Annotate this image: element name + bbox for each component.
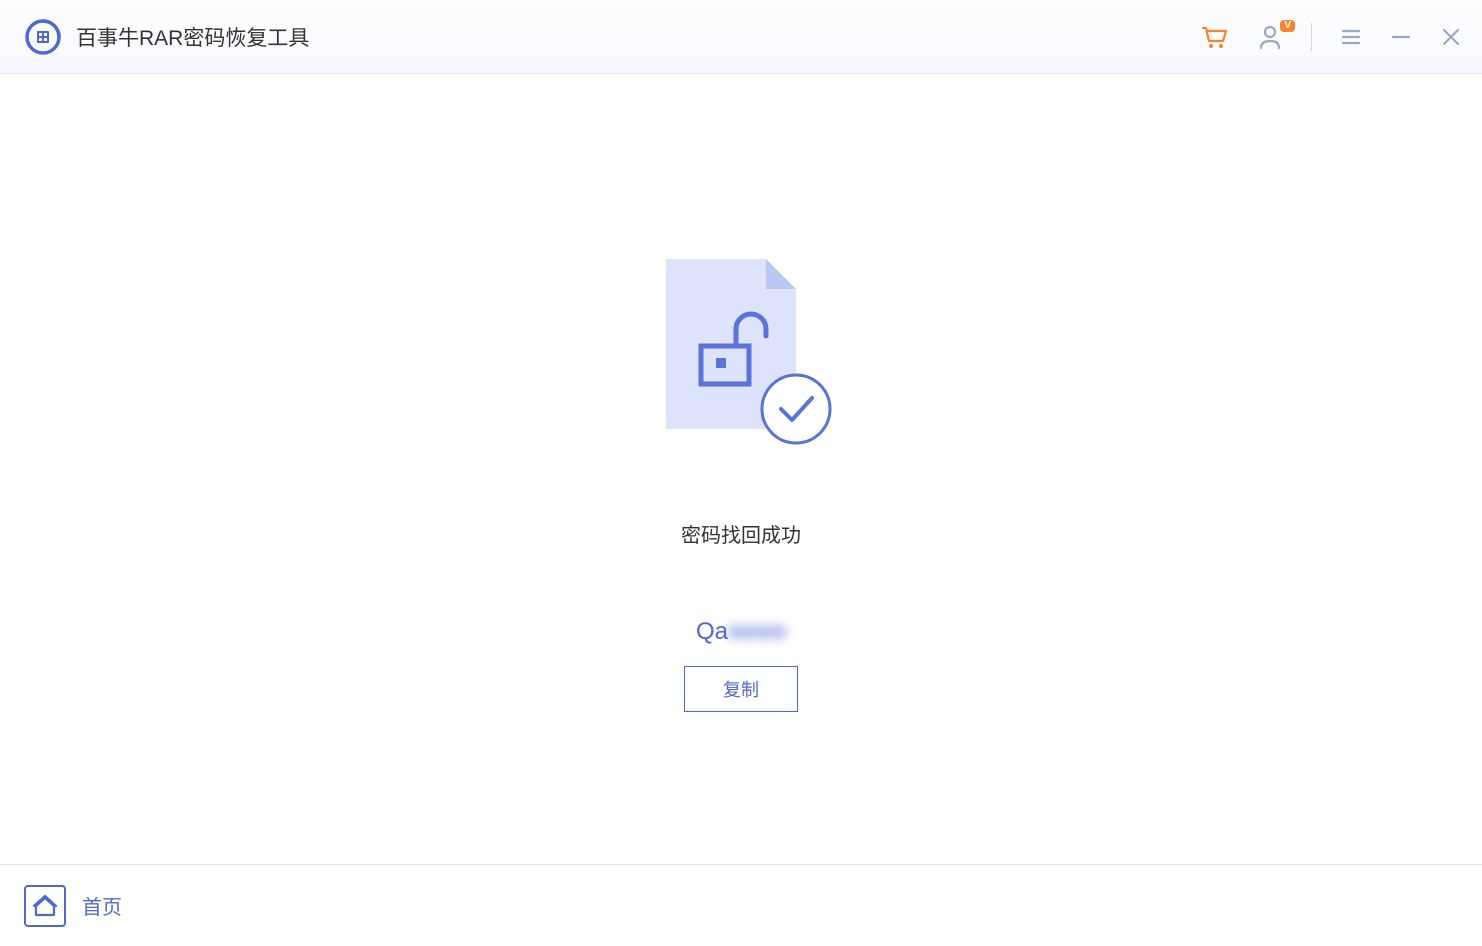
home-label[interactable]: 首页 (82, 891, 122, 920)
titlebar-right: V (1199, 22, 1462, 52)
password-prefix: Qa (696, 618, 728, 645)
close-icon (1440, 26, 1462, 48)
vip-badge: V (1280, 20, 1295, 32)
app-logo-icon (24, 18, 62, 56)
menu-icon (1340, 26, 1362, 48)
password-hidden-suffix: ●●●● (728, 618, 786, 646)
menu-button[interactable] (1340, 26, 1362, 48)
footer: 首页 (0, 864, 1482, 946)
cart-button[interactable] (1199, 22, 1229, 52)
minimize-button[interactable] (1390, 26, 1412, 48)
minimize-icon (1390, 26, 1412, 48)
home-button[interactable] (24, 885, 66, 927)
user-icon (1257, 24, 1283, 50)
cart-icon (1199, 22, 1229, 52)
main-content: 密码找回成功 Qa●●●● 复制 (0, 74, 1482, 864)
result-icon-group (646, 254, 836, 459)
file-unlocked-icon (646, 254, 836, 454)
divider (1311, 23, 1312, 51)
user-button[interactable]: V (1257, 24, 1283, 50)
close-button[interactable] (1440, 26, 1462, 48)
password-value: Qa●●●● (696, 618, 786, 646)
copy-button[interactable]: 复制 (684, 666, 798, 712)
success-message: 密码找回成功 (681, 519, 801, 548)
home-icon (32, 893, 58, 919)
titlebar-left: 百事牛RAR密码恢复工具 (24, 18, 309, 56)
titlebar: 百事牛RAR密码恢复工具 V (0, 0, 1482, 74)
app-title: 百事牛RAR密码恢复工具 (76, 22, 309, 52)
